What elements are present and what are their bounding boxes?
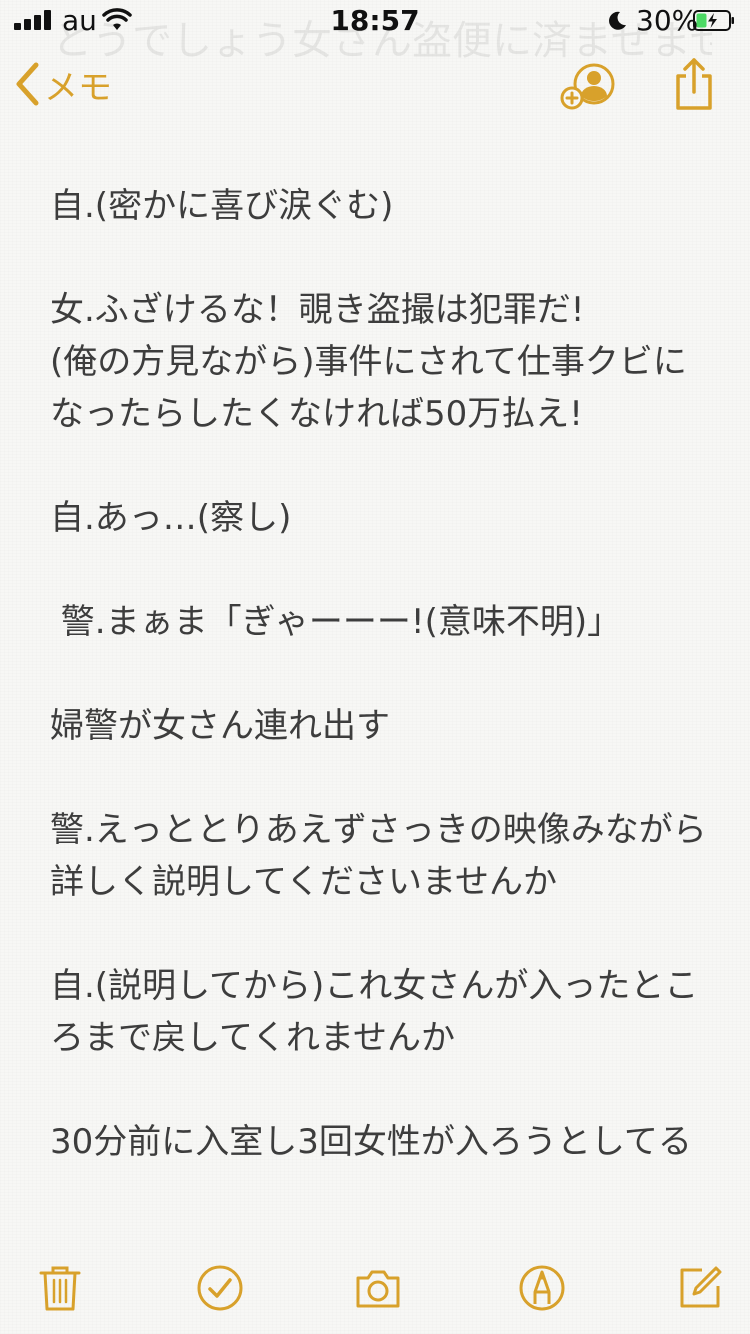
- chevron-left-icon: [16, 62, 39, 106]
- checkmark-circle-icon[interactable]: [196, 1264, 244, 1312]
- note-paragraph: 婦警が女さん連れ出す: [50, 706, 390, 746]
- note-paragraph: 女.ふざけるな！覗き盗撮は犯罪だ! (俺の方見ながら)事件にされて仕事クビになっ…: [50, 284, 720, 440]
- back-button-label: メモ: [44, 67, 112, 108]
- note-paragraph: 自.あっ…(察し): [50, 498, 292, 538]
- navigation-bar: メモ: [0, 40, 750, 128]
- share-icon[interactable]: [672, 56, 716, 112]
- bottom-toolbar: [0, 1250, 750, 1334]
- note-paragraph: 30分前に入室し3回女性が入ろうとしてる: [50, 1122, 692, 1162]
- battery-charging-icon: [693, 10, 734, 31]
- note-paragraph: 警.えっととりあえずさっきの映像みながら詳しく説明してくださいませんか: [50, 810, 707, 902]
- battery-percentage: 30%: [636, 4, 699, 37]
- status-bar: au 18:57 30%: [0, 0, 750, 40]
- trash-icon[interactable]: [36, 1264, 84, 1312]
- add-person-icon[interactable]: [560, 62, 620, 112]
- note-paragraph: 自.(密かに喜び涙ぐむ): [50, 186, 394, 226]
- camera-icon[interactable]: [354, 1264, 402, 1312]
- note-paragraph: 警.まぁま「ぎゃーーー!(意味不明)」: [50, 602, 622, 642]
- compose-icon[interactable]: [676, 1264, 724, 1312]
- do-not-disturb-moon-icon: [609, 11, 626, 30]
- back-button[interactable]: メモ: [14, 60, 112, 108]
- pen-circle-icon[interactable]: [518, 1264, 566, 1312]
- note-body[interactable]: 自.(密かに喜び涙ぐむ) 女.ふざけるな！覗き盗撮は犯罪だ! (俺の方見ながら)…: [50, 180, 720, 1220]
- note-paragraph-text: 女.ふざけるな！覗き盗撮は犯罪だ! (俺の方見ながら)事件にされて仕事クビになっ…: [50, 290, 687, 434]
- note-paragraph: 自.(説明してから)これ女さんが入ったところまで戻してくれませんか: [50, 966, 699, 1058]
